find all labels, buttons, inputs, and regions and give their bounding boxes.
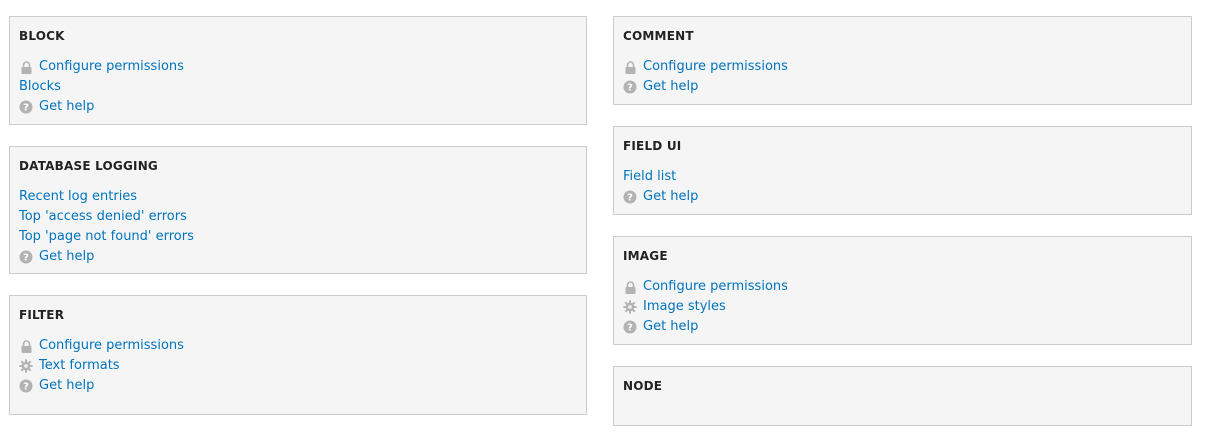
help-icon: ? <box>19 379 33 393</box>
help-icon: ? <box>623 190 637 204</box>
field-list-link[interactable]: Field list <box>623 167 676 187</box>
list-item: ? Get help <box>623 77 1182 97</box>
gear-icon <box>19 359 33 373</box>
text-formats-link[interactable]: Text formats <box>39 356 120 376</box>
link-list: Configure permissions Blocks ? Get help <box>19 57 577 117</box>
panel-title: FIELD UI <box>623 139 682 153</box>
get-help-link[interactable]: Get help <box>643 77 698 97</box>
panel-comment: COMMENT Configure permissions ? Get help <box>613 16 1192 105</box>
configure-permissions-link[interactable]: Configure permissions <box>643 57 788 77</box>
panel-block: BLOCK Configure permissions Blocks ? Get… <box>9 16 587 125</box>
list-item: ? Get help <box>623 187 1182 207</box>
panel-field-ui: FIELD UI Field list ? Get help <box>613 126 1192 215</box>
help-icon: ? <box>19 100 33 114</box>
get-help-link[interactable]: Get help <box>39 247 94 267</box>
left-column: BLOCK Configure permissions Blocks ? Get… <box>9 16 587 436</box>
help-icon: ? <box>623 80 637 94</box>
list-item: Configure permissions <box>623 277 1182 297</box>
panel-filter: FILTER Configure permissions Text format… <box>9 295 587 415</box>
list-item: ? Get help <box>623 317 1182 337</box>
panel-image: IMAGE Configure permissions Image styles… <box>613 236 1192 345</box>
list-item: Field list <box>623 167 1182 187</box>
panel-database-logging: DATABASE LOGGING Recent log entries Top … <box>9 146 587 274</box>
recent-log-entries-link[interactable]: Recent log entries <box>19 187 137 207</box>
link-list: Configure permissions Image styles ? Get… <box>623 277 1182 337</box>
svg-text:?: ? <box>627 323 633 334</box>
svg-text:?: ? <box>23 382 29 393</box>
list-item: Configure permissions <box>623 57 1182 77</box>
panel-node: NODE <box>613 366 1192 426</box>
list-item: ? Get help <box>19 247 577 267</box>
configure-permissions-link[interactable]: Configure permissions <box>39 336 184 356</box>
page-not-found-errors-link[interactable]: Top 'page not found' errors <box>19 227 194 247</box>
svg-text:?: ? <box>627 83 633 94</box>
list-item: Configure permissions <box>19 57 577 77</box>
svg-text:?: ? <box>23 103 29 114</box>
help-icon: ? <box>623 320 637 334</box>
list-item: ? Get help <box>19 97 577 117</box>
help-icon: ? <box>19 250 33 264</box>
configure-permissions-link[interactable]: Configure permissions <box>643 277 788 297</box>
right-column: COMMENT Configure permissions ? Get help… <box>613 16 1192 447</box>
svg-text:?: ? <box>627 193 633 204</box>
image-styles-link[interactable]: Image styles <box>643 297 726 317</box>
get-help-link[interactable]: Get help <box>39 97 94 117</box>
panel-title: NODE <box>623 379 663 393</box>
lock-icon <box>623 60 637 74</box>
link-list: Configure permissions ? Get help <box>623 57 1182 97</box>
blocks-link[interactable]: Blocks <box>19 77 61 97</box>
access-denied-errors-link[interactable]: Top 'access denied' errors <box>19 207 187 227</box>
get-help-link[interactable]: Get help <box>643 187 698 207</box>
link-list: Configure permissions Text formats ? Get… <box>19 336 577 396</box>
get-help-link[interactable]: Get help <box>643 317 698 337</box>
lock-icon <box>19 339 33 353</box>
list-item: Recent log entries <box>19 187 577 207</box>
get-help-link[interactable]: Get help <box>39 376 94 396</box>
gear-icon <box>623 300 637 314</box>
list-item: Top 'access denied' errors <box>19 207 577 227</box>
panel-title: COMMENT <box>623 29 694 43</box>
link-list: Field list ? Get help <box>623 167 1182 207</box>
list-item: Top 'page not found' errors <box>19 227 577 247</box>
configure-permissions-link[interactable]: Configure permissions <box>39 57 184 77</box>
panel-title: DATABASE LOGGING <box>19 159 158 173</box>
list-item: Image styles <box>623 297 1182 317</box>
list-item: Text formats <box>19 356 577 376</box>
list-item: ? Get help <box>19 376 577 396</box>
link-list: Recent log entries Top 'access denied' e… <box>19 187 577 267</box>
lock-icon <box>19 60 33 74</box>
list-item: Configure permissions <box>19 336 577 356</box>
lock-icon <box>623 280 637 294</box>
panel-title: BLOCK <box>19 29 65 43</box>
svg-text:?: ? <box>23 253 29 264</box>
panel-title: FILTER <box>19 308 65 322</box>
list-item: Blocks <box>19 77 577 97</box>
panel-title: IMAGE <box>623 249 668 263</box>
